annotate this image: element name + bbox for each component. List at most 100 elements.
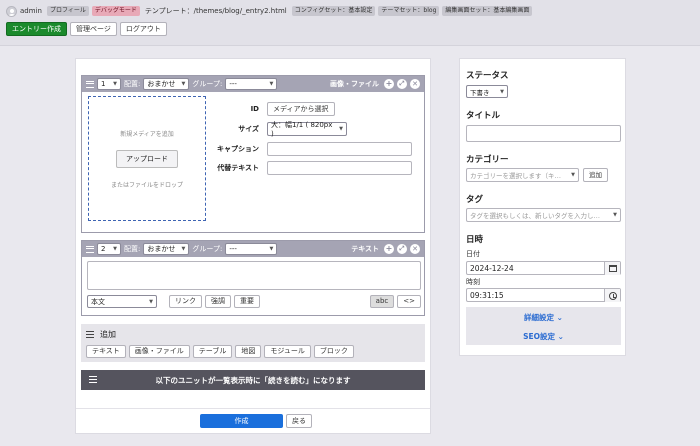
unit-title: 画像・ファイル xyxy=(330,80,379,88)
calendar-icon[interactable] xyxy=(604,262,620,275)
editor-footer: 作成 戻る xyxy=(76,408,430,433)
date-input[interactable]: 2024-12-24 xyxy=(466,261,621,275)
plus-circle-icon[interactable]: + xyxy=(384,79,394,89)
category-heading: カテゴリー xyxy=(466,155,509,165)
unit-order-select[interactable]: 1 ▼ xyxy=(97,78,121,90)
status-select[interactable]: 下書き ▼ xyxy=(466,85,508,98)
chevron-down-icon: ▼ xyxy=(113,81,117,87)
advanced-settings-toggle[interactable]: 詳細設定 ⌄ xyxy=(466,312,621,323)
category-add-button[interactable]: 追加 xyxy=(583,168,608,182)
admin-toolbar: admin プロフィール デバッグモード テンプレート：/themes/blog… xyxy=(0,0,700,46)
unit-order-select[interactable]: 2 ▼ xyxy=(97,243,121,255)
admin-page-button[interactable]: 管理ページ xyxy=(70,22,117,36)
chevron-down-icon: ▼ xyxy=(269,81,274,87)
back-button[interactable]: 戻る xyxy=(286,414,312,428)
media-dropzone[interactable]: 新規メディアを追加 アップロード またはファイルをドロップ xyxy=(88,96,206,221)
caption-label: キャプション xyxy=(217,145,259,153)
chevron-down-icon: ▼ xyxy=(571,172,575,178)
status-heading: ステータス xyxy=(466,71,509,81)
add-image-file-button[interactable]: 画像・ファイル xyxy=(128,345,190,358)
important-button[interactable]: 重要 xyxy=(234,295,260,308)
close-circle-icon[interactable]: ✕ xyxy=(410,244,420,254)
chevron-down-icon: ▼ xyxy=(181,246,186,252)
clock-icon[interactable] xyxy=(604,289,620,302)
time-input[interactable]: 09:31:15 xyxy=(466,288,621,302)
add-block-button[interactable]: ブロック xyxy=(313,345,354,358)
size-select[interactable]: 大：幅1/1 ( 820px ) ▼ xyxy=(267,121,347,138)
size-label: サイズ xyxy=(238,125,259,133)
text-format-select[interactable]: 本文 ▼ xyxy=(87,295,157,308)
date-label: 日付 xyxy=(466,250,480,258)
settings-panel: 詳細設定 ⌄ SEO設定 ⌄ xyxy=(466,307,621,345)
chevron-down-icon: ▼ xyxy=(613,212,617,218)
align-select[interactable]: おまかせ ▼ xyxy=(143,78,190,90)
abc-button[interactable]: abc xyxy=(369,295,395,308)
text-toolbar: 本文 ▼ リンク 強調 重要 abc <> xyxy=(87,295,421,308)
action-row: エントリー作成 管理ページ ログアウト xyxy=(6,22,167,36)
upload-button[interactable]: アップロード xyxy=(116,149,178,168)
create-button[interactable]: 作成 xyxy=(200,414,283,428)
debug-mode-badge[interactable]: デバッグモード xyxy=(91,6,140,16)
info-row: admin プロフィール デバッグモード テンプレート：/themes/blog… xyxy=(6,5,533,17)
add-text-button[interactable]: テキスト xyxy=(86,345,126,358)
text-input[interactable] xyxy=(87,261,421,290)
profile-link[interactable]: プロフィール xyxy=(46,6,89,16)
unit-header: 2 ▼ 配置: おまかせ ▼ グループ: --- ▼ テキスト + ⤢ ✕ xyxy=(82,241,424,257)
caption-input[interactable] xyxy=(267,142,412,156)
datetime-heading: 日時 xyxy=(466,235,484,245)
time-label: 時刻 xyxy=(466,278,480,286)
username: admin xyxy=(20,7,42,15)
add-module-button[interactable]: モジュール xyxy=(264,345,311,358)
template-path: テンプレート：/themes/blog/_entry2.html xyxy=(144,7,287,15)
align-label: 配置: xyxy=(124,80,141,88)
chevron-down-icon: ▼ xyxy=(149,298,153,305)
add-map-button[interactable]: 地図 xyxy=(235,345,262,358)
menu-icon[interactable] xyxy=(86,245,94,253)
user-icon xyxy=(6,5,17,17)
title-input[interactable] xyxy=(466,125,621,142)
chevron-down-icon: ⌄ xyxy=(556,313,563,322)
align-select[interactable]: おまかせ ▼ xyxy=(143,243,190,255)
unit-text: 2 ▼ 配置: おまかせ ▼ グループ: --- ▼ テキスト + ⤢ ✕ 本文 ▼ リ… xyxy=(81,240,425,316)
add-table-button[interactable]: テーブル xyxy=(192,345,233,358)
add-unit-panel: 追加 テキスト 画像・ファイル テーブル 地図 モジュール ブロック xyxy=(81,324,425,362)
close-circle-icon[interactable]: ✕ xyxy=(410,79,420,89)
tag-select[interactable]: タグを選択もしくは、新しいタグを入力し… ▼ xyxy=(466,208,621,222)
entry-editor: 1 ▼ 配置: おまかせ ▼ グループ: --- ▼ 画像・ファイル + ⤢ ✕ 新規… xyxy=(75,58,431,434)
chevron-down-icon: ▼ xyxy=(113,246,117,252)
expand-icon[interactable]: ⤢ xyxy=(397,244,407,254)
chevron-down-icon: ▼ xyxy=(269,246,274,252)
id-label: ID xyxy=(250,105,259,113)
caption-row: キャプション xyxy=(212,142,412,156)
link-button[interactable]: リンク xyxy=(169,295,202,308)
menu-icon[interactable] xyxy=(86,80,94,88)
expand-icon[interactable]: ⤢ xyxy=(397,79,407,89)
group-select[interactable]: --- ▼ xyxy=(225,243,278,255)
group-select[interactable]: --- ▼ xyxy=(225,78,278,90)
menu-icon[interactable] xyxy=(89,376,97,383)
chevron-down-icon: ⌄ xyxy=(557,332,564,341)
plus-circle-icon[interactable]: + xyxy=(384,244,394,254)
alt-text-input[interactable] xyxy=(267,161,412,175)
unit-header: 1 ▼ 配置: おまかせ ▼ グループ: --- ▼ 画像・ファイル + ⤢ ✕ xyxy=(82,76,424,92)
dropzone-drop-hint: またはファイルをドロップ xyxy=(110,181,183,189)
unit-title: テキスト xyxy=(351,245,379,253)
category-select[interactable]: カテゴリーを選択します（キ… ▼ xyxy=(466,168,579,182)
select-media-button[interactable]: メディアから選択 xyxy=(267,102,335,116)
new-entry-button[interactable]: エントリー作成 xyxy=(6,22,67,36)
title-heading: タイトル xyxy=(466,111,501,121)
read-more-text: 以下のユニットが一覧表示時に「続きを読む」になります xyxy=(155,375,351,385)
read-more-divider[interactable]: 以下のユニットが一覧表示時に「続きを読む」になります xyxy=(81,370,425,390)
alt-text-label: 代替テキスト xyxy=(217,164,259,172)
logout-button[interactable]: ログアウト xyxy=(119,22,167,36)
chevron-down-icon: ▼ xyxy=(339,126,343,132)
seo-settings-toggle[interactable]: SEO設定 ⌄ xyxy=(466,331,621,342)
menu-icon xyxy=(86,331,94,338)
align-label: 配置: xyxy=(124,245,141,253)
code-button[interactable]: <> xyxy=(397,295,421,308)
strong-button[interactable]: 強調 xyxy=(205,295,231,308)
id-row: ID メディアから選択 xyxy=(212,102,335,116)
group-label: グループ: xyxy=(192,80,223,88)
chevron-down-icon: ▼ xyxy=(181,81,186,87)
add-unit-title: 追加 xyxy=(86,329,116,340)
